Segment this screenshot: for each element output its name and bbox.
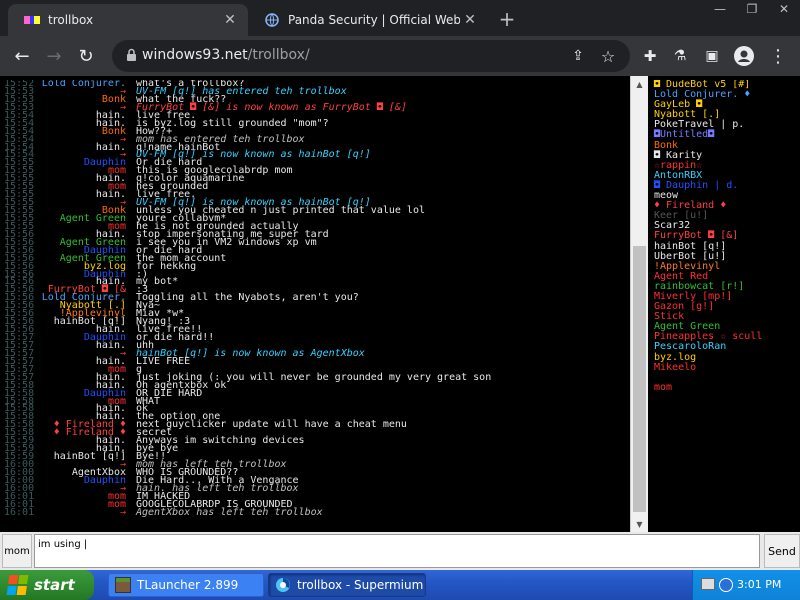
forward-arrow-icon[interactable]: → bbox=[40, 42, 68, 70]
chat-input-bar: mom im using | Send bbox=[0, 532, 800, 570]
message-author[interactable]: Lold Conjurer. bbox=[42, 80, 126, 88]
chat-scrollbar[interactable]: ▲ ▼ bbox=[630, 76, 648, 532]
chat-message-row: 15:58 ♦ Fireland ♦ secret bbox=[0, 428, 630, 438]
chat-message-row: 15:59 hain. Anyways im switching devices bbox=[0, 436, 630, 446]
user-list-item[interactable]: FurryBot ◘ [&] bbox=[650, 231, 800, 241]
clock: 3:01 PM bbox=[737, 578, 782, 591]
windows93-favicon-icon bbox=[24, 12, 40, 28]
lock-icon[interactable] bbox=[126, 48, 140, 64]
tab-panda-security[interactable]: Panda Security | Official Website ✕ bbox=[248, 4, 488, 36]
chat-message-row: 15:58 hain. ok bbox=[0, 404, 630, 414]
chat-message-row: 15:57 → hainBot [q!] is now known as Agent… bbox=[0, 348, 630, 358]
taskbar-item-label: trollbox - Supermium bbox=[297, 578, 424, 592]
tab-title: trollbox bbox=[48, 13, 94, 27]
chat-message-row: 15:55 mom this is googlecolabrdp mom bbox=[0, 166, 630, 176]
chat-log: 15:52 Lold Conjurer. what's a trollbox? 15:… bbox=[0, 80, 630, 600]
chat-message-row: 15:55 Agent Green youre collabvm* bbox=[0, 213, 630, 223]
windows-taskbar: start TLauncher 2.899 trollbox - Supermi… bbox=[0, 570, 800, 600]
flask-icon[interactable]: ⚗ bbox=[666, 42, 694, 70]
user-list-item[interactable]: mom bbox=[650, 382, 800, 393]
restore-icon[interactable]: ❐ bbox=[736, 0, 768, 18]
chat-message-row: 15:58 Dauphin OR DIE HARD bbox=[0, 388, 630, 398]
start-button[interactable]: start bbox=[0, 570, 94, 600]
chat-message-row: 16:01 → AgentXbox has left teh trollbox bbox=[0, 506, 630, 518]
message-timestamp: 16:01 bbox=[4, 506, 35, 518]
user-list-item[interactable] bbox=[650, 373, 800, 383]
side-panel-icon[interactable]: ▣ bbox=[698, 42, 726, 70]
message-text: LIVE FREE bbox=[136, 355, 191, 367]
online-user-list: ◘ DudeBot v5 [#] Lold Conjurer. ♦ GayLeb ◘… bbox=[650, 80, 800, 532]
browser-toolbar: ← → ↻ windows93.net/trollbox/ ⇪ ☆ ✚ ⚗ ▣ … bbox=[0, 36, 800, 76]
chat-message-row: 15:55 mom hes grounded bbox=[0, 182, 630, 192]
message-text: next guyclicker update will have a cheat… bbox=[136, 419, 407, 431]
browser-tab-strip: trollbox ✕ Panda Security | Official Web… bbox=[0, 0, 800, 36]
share-icon[interactable]: ⇪ bbox=[564, 42, 592, 70]
chat-message-row: 15:57 Dauphin or die hard!! bbox=[0, 333, 630, 343]
close-tab-icon[interactable]: ✕ bbox=[220, 10, 240, 30]
update-icon[interactable] bbox=[719, 578, 733, 592]
chat-message-row: 15:58 mom WHAT bbox=[0, 396, 630, 406]
chat-message-row: 15:57 hain. LIVE FREE bbox=[0, 355, 630, 367]
chat-message-row: 15:59 hainBot [q!] Bye!! bbox=[0, 452, 630, 462]
more-menu-icon[interactable]: ⋮ bbox=[764, 42, 792, 70]
chat-message-row: 16:01 mom IM HACKED bbox=[0, 491, 630, 501]
user-list-item[interactable]: Mikeelo bbox=[650, 362, 800, 373]
keyboard-icon[interactable] bbox=[701, 578, 715, 590]
message-input[interactable]: im using | bbox=[34, 534, 760, 568]
close-tab-icon[interactable]: ✕ bbox=[460, 10, 480, 30]
reload-icon[interactable]: ↻ bbox=[72, 42, 100, 70]
chat-message-row: 15:57 hain. just joking (: you will never … bbox=[0, 372, 630, 382]
taskbar-item-trollbox[interactable]: trollbox - Supermium bbox=[268, 573, 426, 597]
chat-message-row: 15:55 Dauphin Or die hard bbox=[0, 158, 630, 168]
tab-trollbox[interactable]: trollbox ✕ bbox=[8, 4, 248, 36]
back-arrow-icon[interactable]: ← bbox=[8, 42, 36, 70]
globe-icon bbox=[264, 12, 280, 28]
tab-title: Panda Security | Official Website bbox=[288, 13, 460, 27]
chat-message-row: 15:53 → FurryBot ◘ [&] is now known as Fur… bbox=[0, 102, 630, 112]
message-text: AgentXbox has left teh trollbox bbox=[136, 506, 323, 518]
chat-message-row: 15:54 hain. is byz.log still grounded "mom… bbox=[0, 118, 630, 128]
scroll-up-arrow-icon[interactable]: ▲ bbox=[631, 76, 648, 92]
start-label: start bbox=[34, 576, 75, 594]
address-bar[interactable]: windows93.net/trollbox/ bbox=[112, 40, 630, 72]
chat-message-row: 15:54 → mom has entered teh trollbox bbox=[0, 134, 630, 144]
scroll-down-arrow-icon[interactable]: ▼ bbox=[631, 516, 648, 532]
message-author[interactable]: hainBot [q!] bbox=[54, 452, 126, 462]
new-tab-button[interactable]: + bbox=[494, 6, 520, 32]
chat-message-row: 16:00 Dauphin Die Hard... With a Vengance bbox=[0, 475, 630, 485]
supermium-browser-icon bbox=[275, 577, 291, 593]
chat-message-row: 15:55 hain. q!color aquamarine bbox=[0, 174, 630, 184]
taskbar-item-tlauncher[interactable]: TLauncher 2.899 bbox=[108, 573, 264, 597]
message-text: Toggling all the Nyabots, aren't you? bbox=[136, 292, 359, 304]
send-button[interactable]: Send bbox=[764, 534, 800, 568]
minecraft-block-icon bbox=[115, 577, 131, 593]
chat-message-row: 15:54 Bonk How??+ bbox=[0, 126, 630, 136]
close-window-icon[interactable]: ✕ bbox=[768, 0, 800, 18]
chat-message-row: 16:00 → hain. has left teh trollbox bbox=[0, 483, 630, 493]
taskbar-item-label: TLauncher 2.899 bbox=[137, 578, 239, 592]
nickname-button[interactable]: mom bbox=[2, 534, 32, 568]
url-text: windows93.net/trollbox/ bbox=[142, 47, 310, 63]
system-tray: 3:01 PM bbox=[692, 570, 800, 600]
chat-message-row: 15:56 hainBot [q!] Nyang! :3 bbox=[0, 317, 630, 327]
chat-message-row: 15:56 Dauphin:) bbox=[0, 269, 630, 279]
profile-avatar-icon[interactable] bbox=[730, 42, 758, 70]
message-author[interactable]: → bbox=[120, 507, 126, 517]
windows-logo-icon bbox=[6, 575, 30, 595]
chat-message-row: 15:53 → UV-FM [q!] has entered teh trollbo… bbox=[0, 86, 630, 96]
scroll-thumb[interactable] bbox=[633, 246, 646, 512]
star-icon[interactable]: ☆ bbox=[594, 42, 622, 70]
trollbox-page: 15:52 Lold Conjurer. what's a trollbox? 15:… bbox=[0, 76, 800, 570]
extensions-puzzle-icon[interactable]: ✚ bbox=[636, 42, 664, 70]
minimize-icon[interactable]: — bbox=[704, 0, 736, 18]
